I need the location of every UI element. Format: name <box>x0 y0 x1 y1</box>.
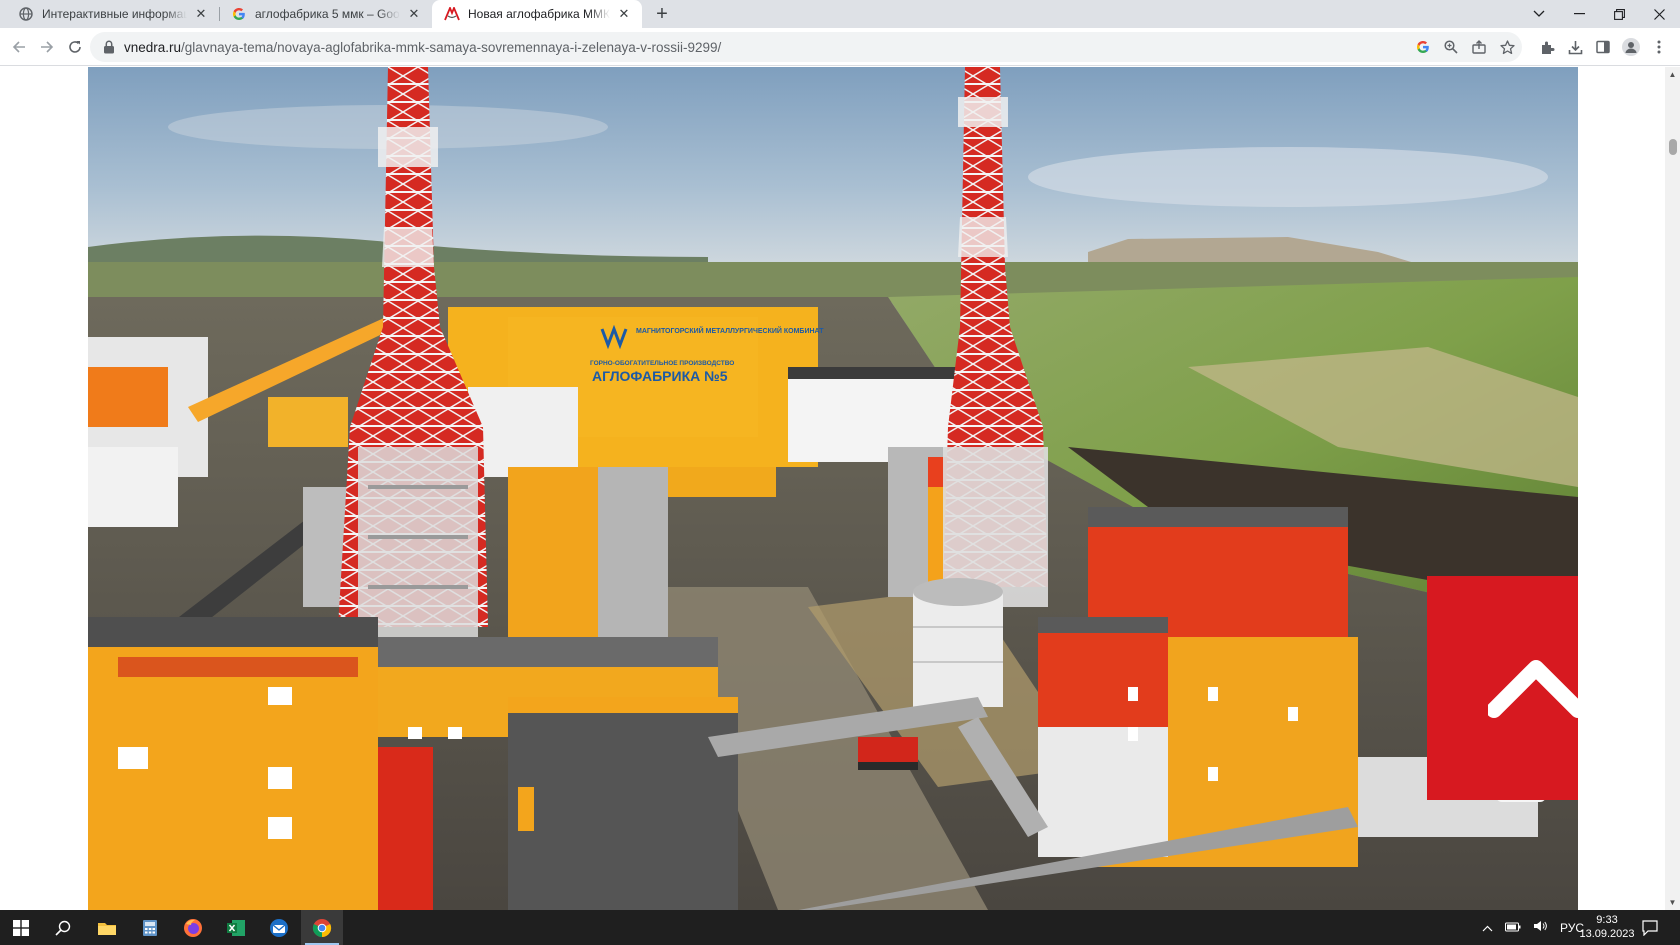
more-menu-icon[interactable] <box>1650 38 1668 56</box>
zoom-icon[interactable] <box>1442 38 1460 56</box>
sign-division: ГОРНО-ОБОГАТИТЕЛЬНОЕ ПРОИЗВОДСТВО <box>590 360 734 367</box>
forward-button[interactable] <box>34 35 60 59</box>
restore-button[interactable] <box>1599 0 1639 28</box>
close-icon <box>1653 8 1665 20</box>
new-tab-button[interactable]: + <box>646 0 678 28</box>
reload-button[interactable] <box>62 35 88 59</box>
minimize-button[interactable] <box>1559 0 1599 28</box>
url-path: /glavnaya-tema/novaya-aglofabrika-mmk-sa… <box>181 39 722 55</box>
close-icon[interactable]: ✕ <box>406 6 422 22</box>
tab-interactive-maps[interactable]: Интерактивные информационн ✕ <box>6 0 219 28</box>
close-icon[interactable]: ✕ <box>616 6 632 22</box>
taskbar-excel[interactable] <box>215 910 257 945</box>
bookmark-star-icon[interactable] <box>1498 38 1516 56</box>
volume-icon[interactable] <box>1533 920 1548 935</box>
taskbar-chrome[interactable] <box>301 910 343 945</box>
chrome-icon <box>312 918 332 937</box>
taskbar-calculator[interactable] <box>129 910 171 945</box>
system-tray: РУС <box>1482 910 1584 945</box>
article-hero-photo: МАГНИТОГОРСКИЙ МЕТАЛЛУРГИЧЕСКИЙ КОМБИНАТ… <box>88 67 1578 910</box>
arrow-right-icon <box>41 41 54 53</box>
notification-icon <box>1642 919 1658 936</box>
scroll-up-arrow-icon[interactable]: ▲ <box>1665 67 1680 82</box>
aglofabrika-aerial-photo: МАГНИТОГОРСКИЙ МЕТАЛЛУРГИЧЕСКИЙ КОМБИНАТ… <box>88 67 1578 910</box>
sign-plant: АГЛОФАБРИКА №5 <box>592 368 728 384</box>
tab-title: Интерактивные информационн <box>42 7 187 21</box>
address-bar[interactable]: vnedra.ru/glavnaya-tema/novaya-aglofabri… <box>90 32 1522 62</box>
vnedra-icon <box>444 6 460 22</box>
search-icon <box>55 920 71 936</box>
scrollbar-thumb[interactable] <box>1669 139 1677 155</box>
tab-google-search[interactable]: аглофабрика 5 ммк – Google По ✕ <box>219 0 432 28</box>
lock-icon[interactable] <box>94 40 124 54</box>
scroll-down-arrow-icon[interactable]: ▼ <box>1665 895 1680 910</box>
extensions-icon[interactable] <box>1538 38 1556 56</box>
tab-search-button[interactable] <box>1519 0 1559 28</box>
google-lens-icon[interactable] <box>1414 38 1432 56</box>
minimize-icon <box>1573 13 1585 15</box>
taskbar-file-explorer[interactable] <box>86 910 128 945</box>
tab-strip: Интерактивные информационн ✕ аглофабрика… <box>0 0 1680 28</box>
excel-icon <box>227 919 245 936</box>
firefox-icon <box>184 918 202 937</box>
google-icon <box>231 6 247 22</box>
share-icon[interactable] <box>1470 38 1488 56</box>
url-domain: vnedra.ru <box>124 39 182 55</box>
start-button[interactable] <box>0 910 42 945</box>
battery-icon[interactable] <box>1505 921 1521 935</box>
taskbar-thunderbird[interactable] <box>258 910 300 945</box>
tab-vnedra-article[interactable]: Новая аглофабрика ММК: сама ✕ <box>432 0 642 28</box>
restore-icon <box>1613 8 1625 20</box>
url-text: vnedra.ru/glavnaya-tema/novaya-aglofabri… <box>124 40 721 55</box>
taskbar-firefox[interactable] <box>172 910 214 945</box>
tab-title: аглофабрика 5 ммк – Google По <box>255 7 400 21</box>
scroll-to-top-button[interactable] <box>1427 576 1578 800</box>
arrow-left-icon <box>12 41 25 53</box>
windows-taskbar: РУС 9:33 13.09.2023 <box>0 910 1680 945</box>
profile-avatar-icon[interactable] <box>1622 38 1640 56</box>
back-button[interactable] <box>6 35 32 59</box>
notifications-button[interactable] <box>1630 910 1670 945</box>
close-window-button[interactable] <box>1639 0 1679 28</box>
chevron-down-icon <box>1533 10 1545 17</box>
tray-chevron-up-icon[interactable] <box>1482 921 1493 935</box>
file-explorer-icon <box>98 922 116 935</box>
sign-company: МАГНИТОГОРСКИЙ МЕТАЛЛУРГИЧЕСКИЙ КОМБИНАТ <box>636 326 824 335</box>
tab-title: Новая аглофабрика ММК: сама <box>468 7 610 21</box>
browser-toolbar: vnedra.ru/glavnaya-tema/novaya-aglofabri… <box>0 28 1680 66</box>
globe-icon <box>18 6 34 22</box>
windows-icon <box>13 919 29 936</box>
chevron-up-icon <box>1487 660 1578 718</box>
taskbar-search-button[interactable] <box>42 910 84 945</box>
page-viewport: МАГНИТОГОРСКИЙ МЕТАЛЛУРГИЧЕСКИЙ КОМБИНАТ… <box>0 67 1665 910</box>
side-panel-icon[interactable] <box>1594 38 1612 56</box>
calculator-icon <box>143 919 157 936</box>
page-scrollbar[interactable]: ▲ ▼ <box>1665 67 1680 910</box>
download-icon[interactable] <box>1566 38 1584 56</box>
reload-icon <box>69 41 81 53</box>
close-icon[interactable]: ✕ <box>193 6 209 22</box>
thunderbird-icon <box>270 918 288 937</box>
